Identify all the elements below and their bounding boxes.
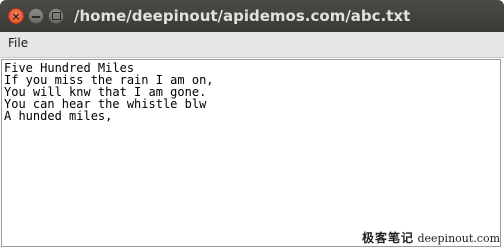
text-line: A hunded miles, — [4, 109, 113, 123]
watermark-site: deepinout.com — [417, 232, 500, 245]
menu-bar: File — [0, 32, 504, 58]
close-icon: × — [11, 9, 21, 23]
text-area[interactable]: Five Hundred Miles If you miss the rain … — [1, 59, 501, 247]
minimize-icon — [32, 16, 40, 18]
menu-file[interactable]: File — [8, 36, 28, 50]
site-watermark: 极客笔记 deepinout.com — [362, 229, 500, 246]
window-title: /home/deepinout/apidemos.com/abc.txt — [74, 7, 411, 25]
title-bar[interactable]: × /home/deepinout/apidemos.com/abc.txt — [0, 0, 504, 32]
maximize-icon — [51, 12, 61, 20]
minimize-button[interactable] — [28, 8, 44, 24]
maximize-button[interactable] — [48, 8, 64, 24]
text-editor-window: × /home/deepinout/apidemos.com/abc.txt F… — [0, 0, 504, 249]
watermark-chinese: 极客笔记 — [361, 231, 414, 245]
close-button[interactable]: × — [8, 8, 24, 24]
